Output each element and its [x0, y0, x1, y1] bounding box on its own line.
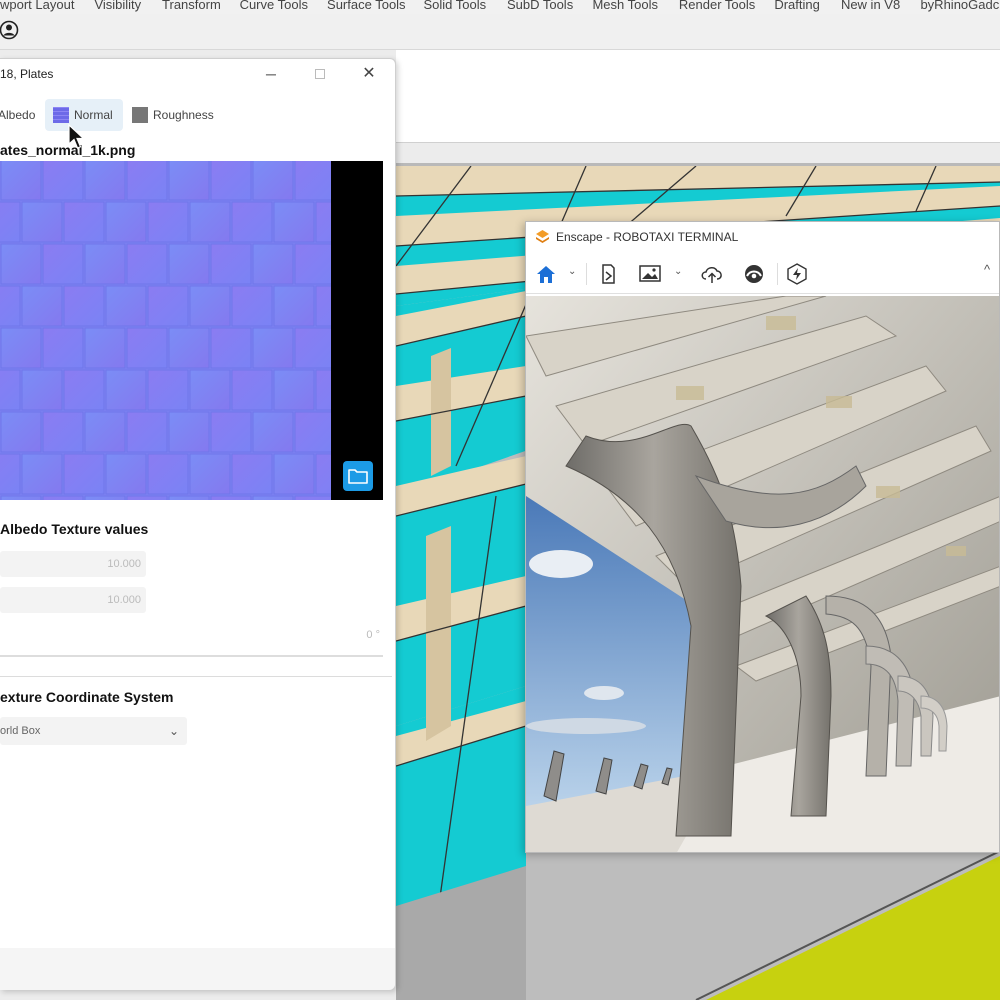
- maximize-button[interactable]: [308, 63, 332, 85]
- texture-preview: [0, 161, 383, 500]
- tab-surface-tools[interactable]: Surface Tools: [327, 0, 423, 14]
- tab-curve-tools[interactable]: Curve Tools: [240, 0, 327, 14]
- repeat-u-field[interactable]: 10.000: [0, 551, 146, 577]
- texture-coordinate-system-select[interactable]: orld Box ⌄: [0, 717, 187, 745]
- tab-drafting[interactable]: Drafting: [774, 0, 841, 14]
- panel-title: 18, Plates: [0, 67, 54, 81]
- command-area-gap: [396, 143, 1000, 163]
- section-divider: [0, 676, 392, 677]
- albedo-values-title: Albedo Texture values: [0, 521, 149, 537]
- normal-swatch-icon: [53, 107, 69, 123]
- view-icon: [745, 265, 763, 283]
- texture-channel-tabs: Albedo Normal Roughness: [0, 99, 396, 131]
- minimize-button[interactable]: ─: [259, 63, 283, 85]
- enscape-title: Enscape - ROBOTAXI TERMINAL: [556, 230, 739, 244]
- tcs-selected-value: orld Box: [0, 725, 41, 737]
- close-button[interactable]: ✕: [357, 63, 381, 85]
- tab-transform[interactable]: Transform: [162, 0, 240, 14]
- enscape-window: Enscape - ROBOTAXI TERMINAL ⌄ ⌄ ^: [525, 221, 1000, 853]
- chevron-down-icon: ⌄: [168, 724, 179, 738]
- screenshot-button[interactable]: [637, 261, 663, 287]
- home-button[interactable]: [533, 261, 559, 287]
- tab-albedo[interactable]: Albedo: [0, 99, 35, 131]
- upload-icon: [701, 267, 722, 283]
- export-button[interactable]: [595, 261, 621, 287]
- tab-new-in-v8[interactable]: New in V8: [841, 0, 921, 14]
- maximize-icon: [315, 69, 325, 79]
- tab-solid-tools[interactable]: Solid Tools: [423, 0, 507, 14]
- panel-footer: [0, 948, 395, 990]
- normal-map-image: [0, 161, 331, 500]
- tab-byrhinogadgets[interactable]: byRhinoGadc: [920, 0, 1000, 14]
- user-circle-icon[interactable]: [0, 20, 20, 40]
- tab-visibility[interactable]: Visibility: [94, 0, 162, 14]
- tab-normal-label: Normal: [74, 108, 113, 122]
- tab-render-tools[interactable]: Render Tools: [679, 0, 774, 14]
- toolbar-separator: [777, 263, 778, 285]
- export-icon: [602, 264, 615, 284]
- mouse-cursor-icon: [68, 124, 86, 149]
- tab-roughness-label: Roughness: [153, 108, 214, 122]
- command-history-area: [396, 50, 1000, 143]
- enscape-titlebar[interactable]: Enscape - ROBOTAXI TERMINAL: [526, 222, 999, 252]
- enscape-toolbar: ⌄ ⌄ ^: [526, 254, 999, 294]
- render-image: [526, 296, 999, 852]
- tab-mesh-tools[interactable]: Mesh Tools: [592, 0, 678, 14]
- rotation-field[interactable]: 0 °: [0, 623, 383, 657]
- upload-button[interactable]: [699, 261, 725, 287]
- texture-coordinate-system-title: exture Coordinate System: [0, 689, 174, 705]
- tab-subd-tools[interactable]: SubD Tools: [507, 0, 592, 14]
- tab-viewport-layout[interactable]: wport Layout: [0, 0, 94, 14]
- home-chevron-down-icon[interactable]: ⌄: [568, 266, 576, 277]
- tab-albedo-label: Albedo: [0, 108, 36, 122]
- home-icon: [537, 266, 555, 283]
- enscape-logo-icon: [536, 230, 549, 243]
- repeat-v-field[interactable]: 10.000: [0, 587, 146, 613]
- toolbar-separator: [586, 263, 587, 285]
- tab-roughness[interactable]: Roughness: [132, 99, 214, 131]
- lightning-button[interactable]: [784, 261, 810, 287]
- enscape-render-view[interactable]: [526, 296, 999, 852]
- browse-folder-button[interactable]: [343, 461, 373, 491]
- roughness-swatch-icon: [132, 107, 148, 123]
- toolbar-row: [0, 14, 1000, 50]
- screenshot-chevron-down-icon[interactable]: ⌄: [674, 266, 682, 277]
- screenshot-icon: [639, 265, 661, 282]
- lightning-icon: [787, 263, 807, 285]
- view-button[interactable]: [741, 261, 767, 287]
- material-editor-panel: 18, Plates ─ ✕ Albedo Normal Roughness a…: [0, 58, 396, 990]
- folder-icon: [348, 469, 368, 484]
- ribbon-tab-strip: wport Layout Visibility Transform Curve …: [0, 0, 1000, 14]
- collapse-chevron-up-icon[interactable]: ^: [984, 262, 990, 277]
